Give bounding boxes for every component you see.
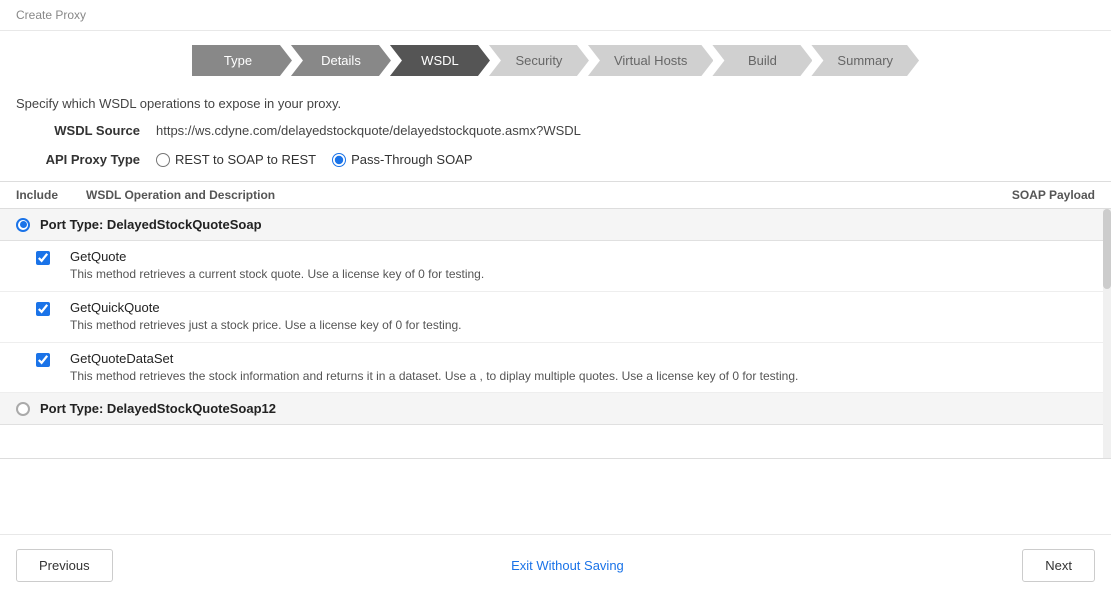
title-bar: Create Proxy (0, 0, 1111, 31)
op-checkbox-container-2[interactable] (36, 300, 70, 319)
col-soap-header: SOAP Payload (975, 188, 1095, 202)
scrollbar-thumb[interactable] (1103, 209, 1111, 289)
wizard-step-label-wsdl: WSDL (390, 45, 490, 76)
op-checkbox-container-3[interactable] (36, 351, 70, 370)
next-button[interactable]: Next (1022, 549, 1095, 582)
api-proxy-type-label: API Proxy Type (16, 152, 156, 167)
wizard-step-label-virtual-hosts: Virtual Hosts (588, 45, 713, 76)
wizard-step-security[interactable]: Security (490, 45, 589, 76)
radio-rest-to-soap-input[interactable] (156, 153, 170, 167)
port-type-radio-1[interactable] (16, 218, 30, 232)
wizard-step-virtual-hosts[interactable]: Virtual Hosts (589, 45, 713, 76)
op-desc-2: This method retrieves just a stock price… (70, 317, 1095, 334)
op-info-3: GetQuoteDataSet This method retrieves th… (70, 351, 1095, 385)
port-type-row-1[interactable]: Port Type: DelayedStockQuoteSoap (0, 209, 1111, 241)
port-types-container: Port Type: DelayedStockQuoteSoap GetQuot… (0, 209, 1111, 425)
operation-row-2: GetQuickQuote This method retrieves just… (0, 292, 1111, 343)
port-type-label-1: Port Type: DelayedStockQuoteSoap (40, 217, 262, 232)
wizard-step-type[interactable]: Type (192, 45, 292, 76)
radio-group: REST to SOAP to REST Pass-Through SOAP (156, 152, 473, 167)
wizard-step-label-details: Details (291, 45, 391, 76)
wizard-step-summary[interactable]: Summary (812, 45, 919, 76)
op-checkbox-1[interactable] (36, 251, 50, 265)
radio-pass-through-soap[interactable]: Pass-Through SOAP (332, 152, 472, 167)
previous-button[interactable]: Previous (16, 549, 113, 582)
wsdl-source-row: WSDL Source https://ws.cdyne.com/delayed… (16, 123, 1095, 138)
op-desc-3: This method retrieves the stock informat… (70, 368, 1095, 385)
op-checkbox-3[interactable] (36, 353, 50, 367)
wizard-steps: TypeDetailsWSDLSecurityVirtual HostsBuil… (0, 31, 1111, 90)
api-proxy-type-row: API Proxy Type REST to SOAP to REST Pass… (16, 152, 1095, 167)
op-info-2: GetQuickQuote This method retrieves just… (70, 300, 1095, 334)
footer: Previous Exit Without Saving Next (0, 534, 1111, 596)
op-desc-1: This method retrieves a current stock qu… (70, 266, 1095, 283)
wizard-step-build[interactable]: Build (713, 45, 812, 76)
title-text: Create Proxy (16, 8, 86, 22)
port-type-label-2: Port Type: DelayedStockQuoteSoap12 (40, 401, 276, 416)
radio-rest-to-soap[interactable]: REST to SOAP to REST (156, 152, 316, 167)
port-type-radio-2[interactable] (16, 402, 30, 416)
table-header: Include WSDL Operation and Description S… (0, 181, 1111, 209)
wizard-step-label-type: Type (192, 45, 292, 76)
radio-rest-to-soap-label: REST to SOAP to REST (175, 152, 316, 167)
col-wsdl-header: WSDL Operation and Description (86, 188, 975, 202)
wsdl-list: Port Type: DelayedStockQuoteSoap GetQuot… (0, 209, 1111, 459)
wizard-step-wsdl[interactable]: WSDL (391, 45, 490, 76)
op-checkbox-container-1[interactable] (36, 249, 70, 268)
page-subtitle: Specify which WSDL operations to expose … (0, 90, 1111, 123)
col-include-header: Include (16, 188, 86, 202)
wizard-step-label-security: Security (489, 45, 589, 76)
wizard-step-label-build: Build (712, 45, 812, 76)
radio-pass-through-soap-label: Pass-Through SOAP (351, 152, 472, 167)
form-section: WSDL Source https://ws.cdyne.com/delayed… (0, 123, 1111, 167)
wsdl-source-label: WSDL Source (16, 123, 156, 138)
op-info-1: GetQuote This method retrieves a current… (70, 249, 1095, 283)
scrollbar[interactable] (1103, 209, 1111, 458)
radio-pass-through-soap-input[interactable] (332, 153, 346, 167)
op-name-1: GetQuote (70, 249, 1095, 264)
op-name-2: GetQuickQuote (70, 300, 1095, 315)
operation-row-1: GetQuote This method retrieves a current… (0, 241, 1111, 292)
operation-row-3: GetQuoteDataSet This method retrieves th… (0, 343, 1111, 394)
exit-without-saving-link[interactable]: Exit Without Saving (511, 558, 624, 573)
wsdl-source-value: https://ws.cdyne.com/delayedstockquote/d… (156, 123, 581, 138)
wizard-step-label-summary: Summary (811, 45, 919, 76)
op-checkbox-2[interactable] (36, 302, 50, 316)
port-type-row-2[interactable]: Port Type: DelayedStockQuoteSoap12 (0, 393, 1111, 425)
wizard-step-details[interactable]: Details (292, 45, 391, 76)
op-name-3: GetQuoteDataSet (70, 351, 1095, 366)
